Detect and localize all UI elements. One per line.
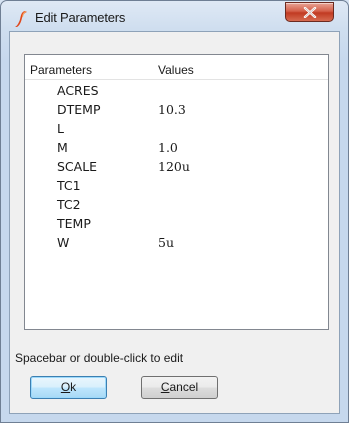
list-item-scale[interactable]: SCALE 120u xyxy=(25,159,328,178)
parameter-value: 5u xyxy=(158,235,175,250)
parameter-name: DTEMP xyxy=(57,102,101,117)
list-item-tc1[interactable]: TC1 xyxy=(25,178,328,197)
list-item-temp[interactable]: TEMP xyxy=(25,216,328,235)
parameters-list[interactable]: Parameters Values ACRES DTEMP 10.3 L M 1… xyxy=(24,54,329,330)
edit-hint-text: Spacebar or double-click to edit xyxy=(15,351,184,365)
column-header-parameters[interactable]: Parameters xyxy=(30,63,92,77)
parameter-name: TC2 xyxy=(57,197,81,212)
ok-button[interactable]: Ok xyxy=(30,376,107,399)
ok-label-rest: k xyxy=(70,380,77,394)
dialog-client-area: Parameters Values ACRES DTEMP 10.3 L M 1… xyxy=(9,31,340,414)
column-header-values[interactable]: Values xyxy=(158,63,194,77)
parameter-name: L xyxy=(57,121,64,136)
parameter-name: SCALE xyxy=(57,159,98,174)
parameter-value: 1.0 xyxy=(158,140,178,155)
parameter-name: TEMP xyxy=(57,216,91,231)
list-item-acres[interactable]: ACRES xyxy=(25,83,328,102)
parameter-value: 120u xyxy=(158,159,190,174)
close-button[interactable] xyxy=(285,2,334,22)
list-item-l[interactable]: L xyxy=(25,121,328,140)
cancel-label-rest: ancel xyxy=(169,380,199,394)
list-item-tc2[interactable]: TC2 xyxy=(25,197,328,216)
parameter-value: 10.3 xyxy=(158,102,186,117)
list-item-m[interactable]: M 1.0 xyxy=(25,140,328,159)
title-bar[interactable]: Edit Parameters xyxy=(1,1,348,31)
list-header: Parameters Values xyxy=(25,55,328,79)
close-x-icon xyxy=(303,7,317,18)
window-title: Edit Parameters xyxy=(35,10,126,25)
edit-parameters-dialog: Edit Parameters Parameters Values ACRES … xyxy=(0,0,349,423)
parameter-name: M xyxy=(57,140,68,155)
parameter-name: TC1 xyxy=(57,178,81,193)
simetrix-logo-icon xyxy=(15,11,27,27)
ok-accelerator: O xyxy=(60,380,71,394)
list-item-w[interactable]: W 5u xyxy=(25,235,328,254)
header-divider xyxy=(25,79,328,80)
cancel-button[interactable]: Cancel xyxy=(141,376,218,399)
list-item-dtemp[interactable]: DTEMP 10.3 xyxy=(25,102,328,121)
parameter-name: ACRES xyxy=(57,83,99,98)
parameter-name: W xyxy=(57,235,70,250)
